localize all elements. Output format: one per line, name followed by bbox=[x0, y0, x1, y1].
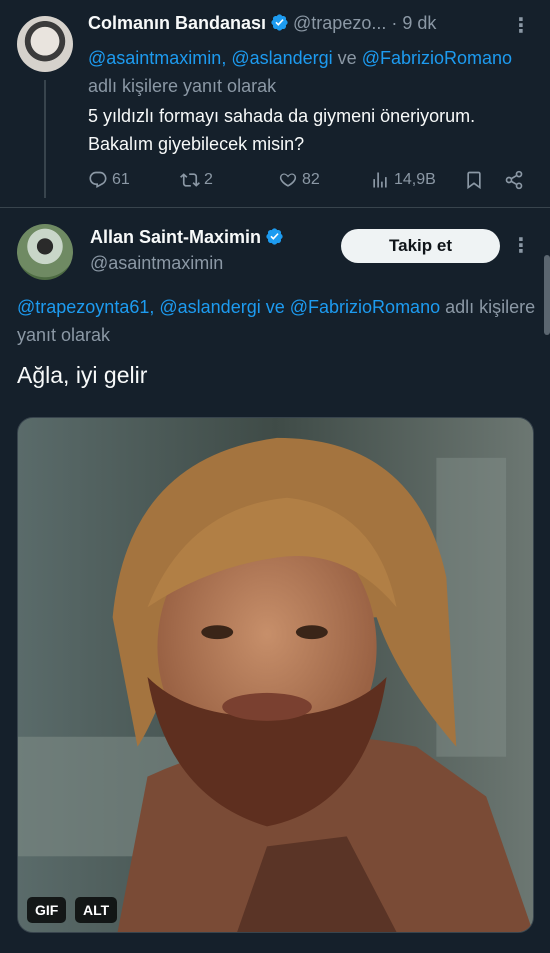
tweet1-reply-conj: ve bbox=[337, 48, 357, 68]
scrollbar[interactable] bbox=[544, 255, 550, 335]
tweet2-more-options-icon[interactable]: ⋮ bbox=[511, 236, 531, 256]
tweet1-time[interactable]: 9 dk bbox=[402, 13, 436, 33]
tweet1-header: Colmanın Bandanası @trapezo... · 9 dk bbox=[88, 13, 436, 34]
tweet1-reply-mentions-2[interactable]: @FabrizioRomano bbox=[362, 48, 512, 68]
tweet2-avatar[interactable] bbox=[17, 224, 73, 280]
tweet1-reply-mentions-1[interactable]: @asaintmaximin, @aslandergi bbox=[88, 48, 333, 68]
like-button[interactable]: 82 bbox=[278, 170, 320, 190]
views-button[interactable]: 14,9B bbox=[370, 170, 436, 190]
bookmark-icon bbox=[467, 171, 481, 190]
follow-button[interactable]: Takip et bbox=[341, 229, 500, 263]
like-count: 82 bbox=[302, 171, 320, 188]
tweet1-separator: · bbox=[391, 13, 398, 33]
share-icon bbox=[505, 170, 523, 190]
retweet-button[interactable]: 2 bbox=[180, 170, 213, 190]
views-icon bbox=[373, 172, 387, 188]
tweet-divider bbox=[0, 207, 550, 208]
reply-button[interactable]: 61 bbox=[88, 170, 130, 190]
tweet1-author-name[interactable]: Colmanın Bandanası bbox=[88, 13, 266, 33]
tweet1-action-bar: 61 2 82 14,9B bbox=[88, 170, 528, 194]
tweet1-reply-suffix: adlı kişilere yanıt olarak bbox=[88, 76, 277, 96]
tweet2-reply-mention-a[interactable]: @trapezoynta61, bbox=[17, 297, 154, 317]
tweet2-text: Ağla, iyi gelir bbox=[17, 362, 148, 388]
retweet-icon bbox=[180, 173, 200, 187]
verified-badge-icon bbox=[266, 228, 283, 245]
share-button[interactable] bbox=[504, 170, 524, 190]
tweet1-avatar[interactable] bbox=[17, 16, 73, 72]
thread-line bbox=[44, 80, 46, 198]
verified-badge-icon bbox=[271, 14, 288, 31]
views-count: 14,9B bbox=[394, 171, 436, 188]
tweet1-text: 5 yıldızlı formayı sahada da giymeni öne… bbox=[88, 106, 476, 154]
tweet2-reply-context: @trapezoynta61, @aslandergi ve @Fabrizio… bbox=[17, 293, 547, 349]
retweet-count: 2 bbox=[204, 171, 213, 188]
tweet1-reply-context: @asaintmaximin, @aslandergi ve @Fabrizio… bbox=[88, 44, 528, 100]
tweet2-gif-media[interactable] bbox=[17, 417, 534, 933]
tweet2-header: Allan Saint-Maximin bbox=[90, 227, 284, 248]
like-icon bbox=[279, 173, 297, 187]
gif-badge: GIF bbox=[27, 897, 67, 923]
tweet2-reply-conj: ve bbox=[265, 297, 285, 317]
reply-count: 61 bbox=[112, 171, 130, 188]
bookmark-button[interactable] bbox=[464, 170, 484, 190]
alt-badge[interactable]: ALT bbox=[75, 897, 118, 923]
gif-image bbox=[18, 418, 533, 932]
tweet2-author-name[interactable]: Allan Saint-Maximin bbox=[90, 227, 261, 247]
reply-icon bbox=[89, 171, 107, 189]
tweet2-handle[interactable]: @asaintmaximin bbox=[90, 253, 223, 274]
tweet1-more-options-icon[interactable]: ⋮ bbox=[511, 16, 531, 36]
tweet2-reply-mention-b[interactable]: @aslandergi bbox=[159, 297, 260, 317]
tweet2-reply-mention-c[interactable]: @FabrizioRomano bbox=[290, 297, 440, 317]
tweet1-handle[interactable]: @trapezo... bbox=[293, 13, 386, 33]
